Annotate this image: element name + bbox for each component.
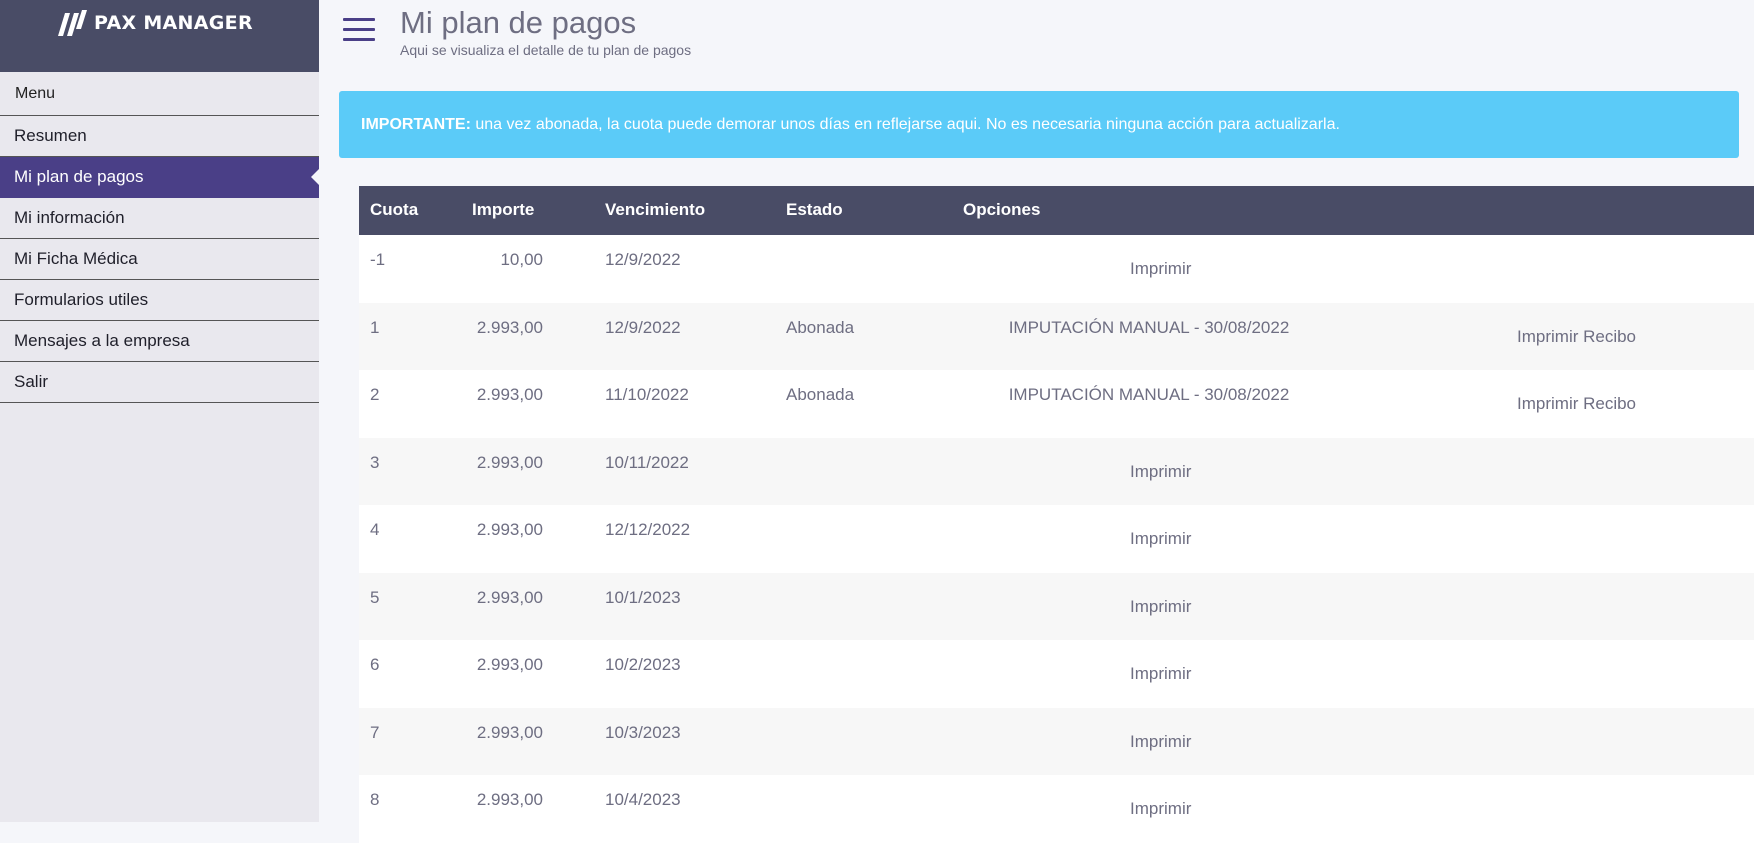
hamburger-menu-icon[interactable]: [343, 18, 375, 44]
payment-plan-table: Cuota Importe Vencimiento Estado Opcione…: [359, 186, 1754, 843]
alert-strong: IMPORTANTE:: [361, 116, 471, 133]
table-header: Cuota Importe Vencimiento Estado Opcione…: [359, 186, 1754, 235]
table-row: 8 2.993,00 10/4/2023 Imprimir: [359, 775, 1754, 843]
cell-vencimiento: 11/10/2022: [605, 385, 689, 404]
cell-importe: 2.993,00: [476, 452, 543, 472]
cell-vencimiento: 10/3/2023: [605, 722, 681, 742]
imprimir-link[interactable]: Imprimir: [1130, 799, 1191, 819]
sidebar-item-resumen[interactable]: Resumen: [0, 116, 319, 157]
sidebar-item-formularios-utiles[interactable]: Formularios utiles: [0, 280, 319, 321]
header-opciones: Opciones: [963, 200, 1041, 219]
table-row: 7 2.993,00 10/3/2023 Imprimir: [359, 707, 1754, 775]
cell-estado: Abonada: [786, 385, 855, 404]
page-title: Mi plan de pagos: [400, 5, 637, 40]
cell-importe: 2.993,00: [476, 317, 543, 337]
cell-cuota: 8: [370, 790, 380, 809]
cell-cuota: 2: [370, 385, 380, 404]
cell-cuota: 4: [370, 520, 380, 539]
imprimir-link[interactable]: Imprimir: [1130, 597, 1191, 617]
header-cuota: Cuota: [370, 200, 419, 219]
table-body: -1 10,00 12/9/2022 Imprimir 1 2.993,00 12/9/20…: [359, 235, 1754, 843]
menu-title: Menu: [0, 72, 319, 116]
cell-estado: Abonada: [786, 317, 855, 337]
table-row: 6 2.993,00 10/2/2023 Imprimir: [359, 640, 1754, 708]
header-estado: Estado: [786, 200, 843, 219]
cell-vencimiento: 10/4/2023: [605, 790, 681, 809]
imprimir-recibo-link[interactable]: Imprimir Recibo: [1517, 394, 1636, 414]
table-row: 1 2.993,00 12/9/2022 Abonada IMPUTACIÓN MANU…: [359, 302, 1754, 370]
cell-vencimiento: 10/1/2023: [605, 587, 681, 607]
header-importe: Importe: [472, 200, 535, 219]
imprimir-link[interactable]: Imprimir: [1130, 462, 1191, 482]
imprimir-link[interactable]: Imprimir: [1130, 732, 1191, 752]
brand-logo[interactable]: PAX MANAGER: [56, 9, 253, 37]
sidebar-item-mi-informacion[interactable]: Mi información: [0, 198, 319, 239]
cell-opcion: IMPUTACIÓN MANUAL - 30/08/2022: [1008, 385, 1290, 404]
pax-logo-icon: [58, 10, 87, 36]
cell-cuota: 1: [370, 317, 380, 337]
cell-importe: 10,00: [500, 250, 543, 269]
alert-text: una vez abonada, la cuota puede demorar …: [470, 116, 1340, 133]
sidebar-item-salir[interactable]: Salir: [0, 362, 319, 403]
sidebar: PAX MANAGER Menu Resumen Mi plan de pago…: [0, 0, 319, 822]
cell-vencimiento: 12/9/2022: [605, 250, 681, 269]
cell-importe: 2.993,00: [476, 655, 543, 674]
sidebar-item-mensajes-a-la-empresa[interactable]: Mensajes a la empresa: [0, 321, 319, 362]
cell-vencimiento: 10/2/2023: [605, 655, 681, 674]
cell-vencimiento: 10/11/2022: [605, 452, 689, 472]
table-row: -1 10,00 12/9/2022 Imprimir: [359, 235, 1754, 303]
table-row: 3 2.993,00 10/11/2022 Imprimir: [359, 437, 1754, 505]
cell-cuota: 3: [370, 452, 380, 472]
cell-opcion: IMPUTACIÓN MANUAL - 30/08/2022: [1008, 317, 1290, 337]
sidebar-item-mi-plan-de-pagos[interactable]: Mi plan de pagos: [0, 157, 319, 198]
brand-name: PAX MANAGER: [94, 12, 253, 34]
header-vencimiento: Vencimiento: [605, 200, 706, 219]
imprimir-link[interactable]: Imprimir: [1130, 259, 1191, 279]
imprimir-recibo-link[interactable]: Imprimir Recibo: [1517, 327, 1636, 347]
cell-importe: 2.993,00: [476, 722, 543, 742]
cell-cuota: -1: [370, 250, 386, 269]
page-subtitle: Aqui se visualiza el detalle de tu plan …: [400, 42, 692, 58]
imprimir-link[interactable]: Imprimir: [1130, 529, 1191, 549]
cell-cuota: 6: [370, 655, 380, 674]
cell-cuota: 7: [370, 722, 380, 742]
imprimir-link[interactable]: Imprimir: [1130, 664, 1191, 684]
cell-vencimiento: 12/9/2022: [605, 317, 681, 337]
table-row: 2 2.993,00 11/10/2022 Abonada IMPUTACIÓN MAN…: [359, 370, 1754, 438]
table-row: 4 2.993,00 12/12/2022 Imprimir: [359, 505, 1754, 573]
important-alert: IMPORTANTE: una vez abonada, la cuota pu…: [339, 91, 1739, 158]
cell-cuota: 5: [370, 587, 380, 607]
cell-importe: 2.993,00: [476, 520, 543, 539]
cell-vencimiento: 12/12/2022: [605, 520, 691, 539]
table-row: 5 2.993,00 10/1/2023 Imprimir: [359, 572, 1754, 640]
sidebar-item-mi-ficha-medica[interactable]: Mi Ficha Médica: [0, 239, 319, 280]
cell-importe: 2.993,00: [476, 385, 543, 404]
brand-header: PAX MANAGER: [0, 0, 319, 72]
cell-importe: 2.993,00: [476, 587, 543, 607]
cell-importe: 2.993,00: [476, 790, 543, 809]
